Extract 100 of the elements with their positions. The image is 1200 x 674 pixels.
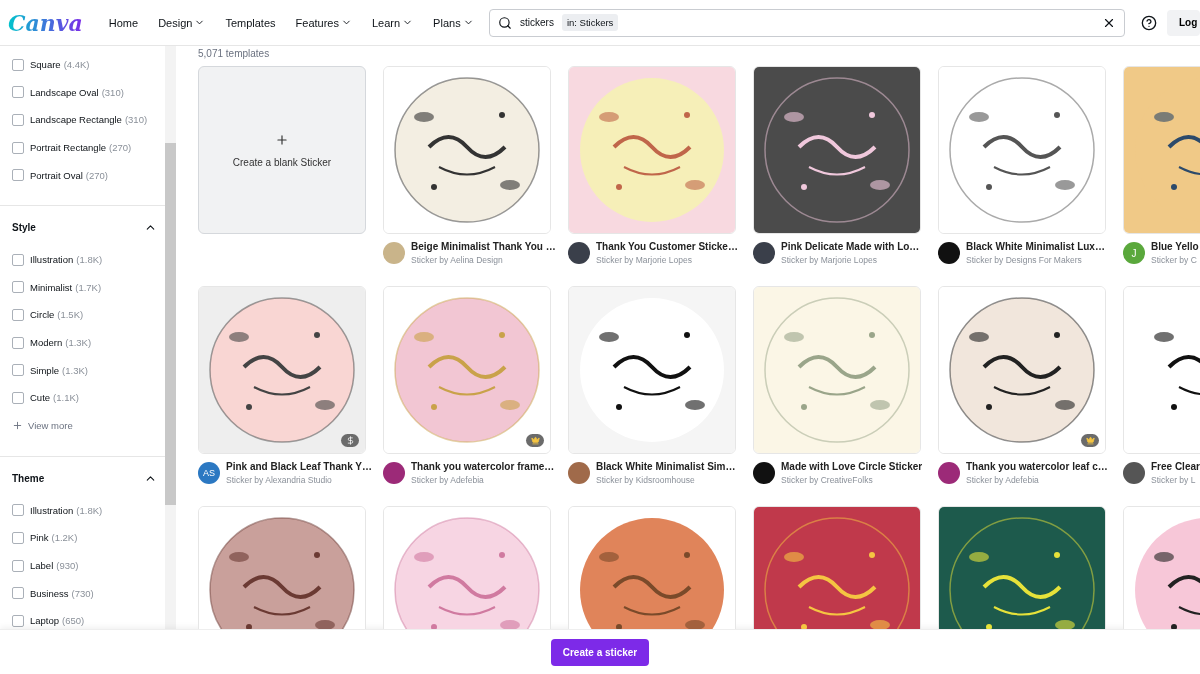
nav-link[interactable]: Learn: [363, 10, 422, 35]
template-title[interactable]: Black White Minimalist Sim…: [596, 460, 736, 473]
template-author: Sticker by Aelina Design: [411, 255, 503, 266]
template-title[interactable]: Blue Yello: [1151, 240, 1199, 253]
checkbox[interactable]: [12, 531, 24, 544]
option-label: Label: [30, 560, 54, 571]
option-label: Landscape Oval: [30, 86, 99, 98]
filter-option[interactable]: Portrait Rectangle (270): [12, 133, 165, 162]
checkbox[interactable]: [12, 169, 24, 182]
checkbox[interactable]: [12, 58, 24, 71]
template-author: Sticker by Adefebia: [411, 475, 484, 486]
template-author: Sticker by Alexandria Studio: [226, 475, 332, 486]
template-title[interactable]: Thank You Customer Sticke…: [596, 240, 738, 253]
filter-option[interactable]: Pink (1.2K): [12, 524, 165, 552]
template-author: Sticker by L: [1151, 475, 1196, 486]
option-count: (1.2K): [51, 532, 78, 544]
checkbox[interactable]: [12, 504, 24, 517]
scrollbar[interactable]: [165, 46, 176, 629]
option-count: (1.5K): [57, 309, 84, 321]
template-title[interactable]: Beige Minimalist Thank You …: [411, 240, 556, 253]
nav-link[interactable]: Design: [150, 10, 214, 35]
help-icon[interactable]: [1141, 14, 1157, 31]
template-author: Sticker by Marjorie Lopes: [781, 255, 877, 266]
checkbox[interactable]: [12, 114, 24, 126]
template-title[interactable]: Pink and Black Leaf Thank Y…: [226, 460, 372, 473]
option-count: (310): [124, 114, 148, 126]
template-title[interactable]: Free Clear: [1151, 460, 1200, 473]
filter-option[interactable]: Simple (1.3K): [12, 356, 165, 384]
create-sticker-button[interactable]: Create a sticker: [550, 638, 650, 666]
checkbox[interactable]: [12, 281, 24, 294]
template-title[interactable]: Thank you watercolor leaf c…: [966, 460, 1108, 473]
checkbox[interactable]: [12, 86, 24, 99]
option-label: Business: [30, 587, 69, 599]
option-count: (270): [109, 142, 132, 154]
nav-link[interactable]: Plans: [425, 10, 482, 35]
filter-option[interactable]: Landscape Oval (310): [12, 78, 165, 107]
option-count: (730): [71, 587, 94, 599]
template-title[interactable]: Black White Minimalist Lux…: [966, 240, 1105, 253]
option-count: (4.4K): [63, 59, 90, 71]
filter-option[interactable]: Label (930): [12, 551, 165, 580]
filter-option[interactable]: Cute (1.1K): [12, 383, 165, 412]
filter-option[interactable]: Business (730): [12, 579, 165, 607]
template-author: Sticker by Marjorie Lopes: [596, 255, 692, 266]
option-count: (1.3K): [65, 337, 92, 349]
search-icon: [498, 15, 512, 30]
option-label: Square: [30, 59, 61, 71]
nav-link[interactable]: Features: [287, 10, 360, 35]
filter-group-title: Style: [12, 222, 36, 234]
option-label: Modern: [30, 337, 63, 349]
option-label: Pink: [30, 532, 49, 544]
blank-template-button[interactable]: Create a blank Sticker: [198, 66, 366, 234]
checkbox[interactable]: [12, 614, 24, 627]
avatar: J: [1123, 242, 1145, 264]
option-label: Portrait Rectangle: [30, 142, 107, 154]
checkbox[interactable]: [12, 364, 24, 377]
option-count: (1.1K): [53, 392, 79, 404]
filter-option[interactable]: Circle (1.5K): [12, 301, 165, 329]
checkbox[interactable]: [12, 141, 24, 154]
filter-option[interactable]: Illustration (1.8K): [12, 496, 165, 525]
option-label: Illustration: [30, 504, 74, 516]
option-count: (270): [85, 169, 108, 181]
option-count: (1.3K): [62, 364, 88, 376]
filter-option[interactable]: Illustration (1.8K): [12, 245, 165, 274]
checkbox[interactable]: [12, 391, 24, 404]
filter-option[interactable]: Laptop (650): [12, 606, 165, 629]
nav-link[interactable]: Home: [100, 10, 147, 35]
option-count: (310): [101, 86, 124, 98]
view-more-link[interactable]: View more: [12, 411, 165, 440]
template-author: Sticker by C: [1151, 255, 1197, 266]
option-label: Landscape Rectangle: [30, 114, 122, 126]
checkbox[interactable]: [12, 587, 24, 600]
template-title[interactable]: Pink Delicate Made with Lo…: [781, 240, 920, 253]
template-title[interactable]: Made with Love Circle Sticker: [781, 460, 923, 473]
template-author: Sticker by Designs For Makers: [966, 255, 1082, 266]
option-count: (930): [56, 560, 79, 571]
checkbox[interactable]: [12, 336, 24, 349]
option-count: (1.8K): [76, 504, 103, 516]
results-count: 5,071 templates: [198, 47, 271, 61]
template-author: Sticker by CreativeFolks: [781, 475, 873, 486]
filter-option[interactable]: Minimalist (1.7K): [12, 273, 165, 302]
template-title[interactable]: Thank you watercolor frame…: [411, 460, 555, 473]
filter-option[interactable]: Modern (1.3K): [12, 328, 165, 357]
option-count: (650): [62, 615, 85, 627]
option-count: (1.8K): [76, 254, 103, 266]
option-label: Laptop: [30, 615, 60, 627]
login-button[interactable]: Log: [1167, 9, 1200, 36]
template-author: Sticker by Kidsroomhouse: [596, 475, 695, 486]
filter-option[interactable]: Square (4.4K): [12, 51, 165, 79]
option-label: Circle: [30, 309, 55, 321]
search-field[interactable]: stickers in: Stickers: [489, 8, 1125, 37]
checkbox[interactable]: [12, 559, 24, 572]
option-count: (1.7K): [75, 281, 102, 293]
filter-chip[interactable]: in: Stickers: [561, 14, 619, 31]
checkbox[interactable]: [12, 253, 24, 266]
option-label: Cute: [30, 392, 51, 404]
filter-option[interactable]: Portrait Oval (270): [12, 161, 165, 189]
option-label: Illustration: [30, 254, 74, 266]
checkbox[interactable]: [12, 308, 24, 321]
filter-option[interactable]: Landscape Rectangle (310): [12, 106, 165, 134]
nav-link[interactable]: Templates: [217, 10, 284, 35]
